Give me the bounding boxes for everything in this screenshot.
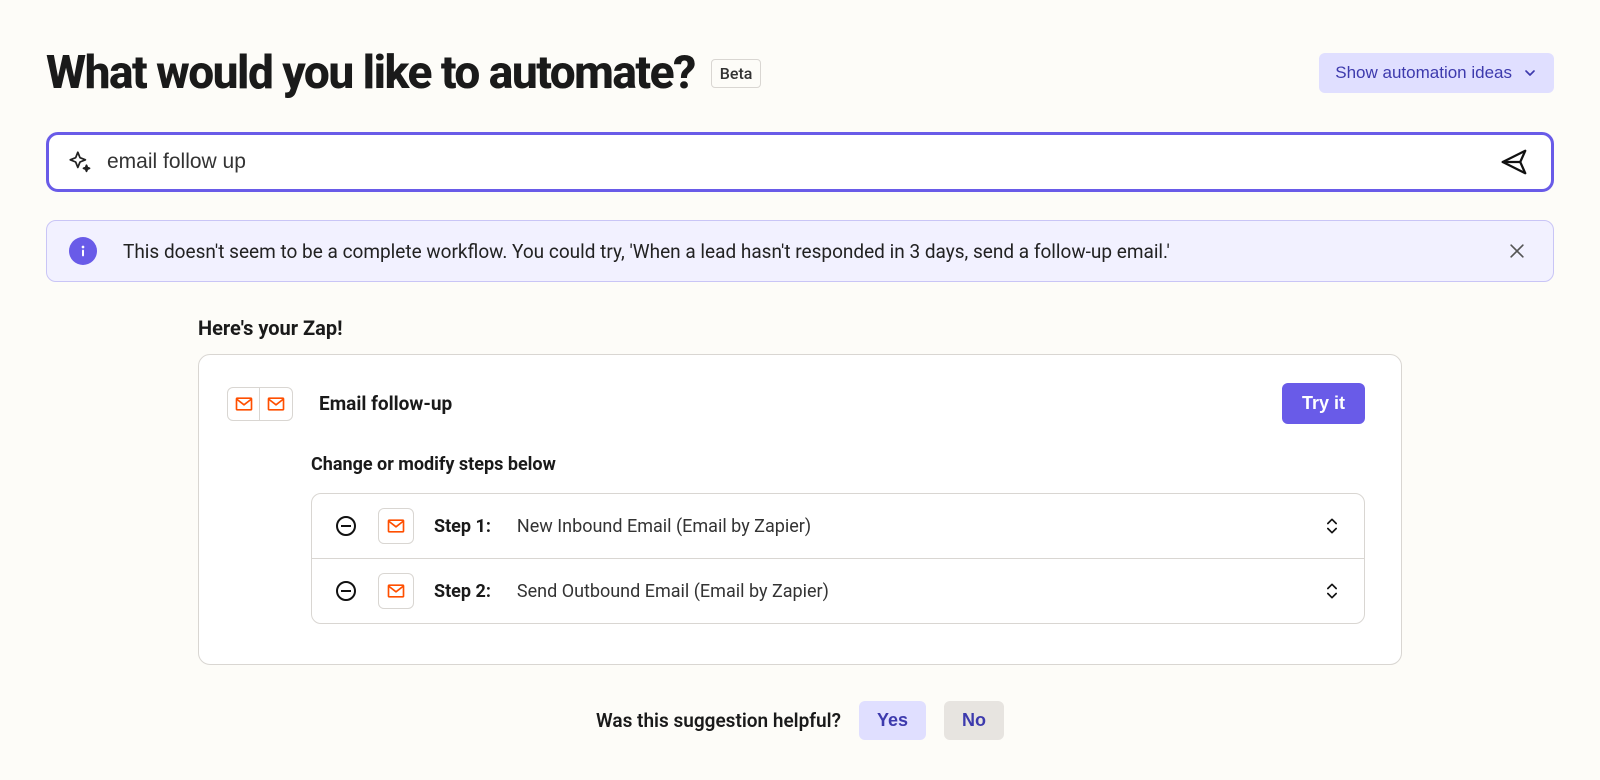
feedback-row: Was this suggestion helpful? Yes No	[198, 701, 1402, 740]
automation-prompt-field[interactable]	[46, 132, 1554, 192]
step-row[interactable]: Step 2: Send Outbound Email (Email by Za…	[312, 558, 1364, 623]
mail-icon	[378, 573, 414, 609]
sparkle-icon	[67, 149, 93, 175]
info-text: This doesn't seem to be a complete workf…	[123, 240, 1477, 263]
reorder-step-icon[interactable]	[1322, 581, 1342, 601]
step-label: Step 1:	[434, 516, 491, 537]
chevron-down-icon	[1522, 65, 1538, 81]
info-banner: This doesn't seem to be a complete workf…	[46, 220, 1554, 282]
automation-prompt-input[interactable]	[93, 150, 1495, 174]
zap-title: Email follow-up	[319, 392, 452, 415]
mail-icon	[378, 508, 414, 544]
step-description: Send Outbound Email (Email by Zapier)	[517, 581, 829, 602]
mail-icon	[228, 388, 260, 420]
try-it-button[interactable]: Try it	[1282, 383, 1365, 424]
dismiss-info-button[interactable]	[1503, 237, 1531, 265]
step-label: Step 2:	[434, 581, 491, 602]
zap-heading: Here's your Zap!	[198, 316, 1402, 340]
page-title: What would you like to automate?	[46, 50, 695, 96]
feedback-yes-button[interactable]: Yes	[859, 701, 926, 740]
step-row[interactable]: Step 1: New Inbound Email (Email by Zapi…	[312, 494, 1364, 558]
submit-prompt-button[interactable]	[1495, 143, 1533, 181]
feedback-prompt: Was this suggestion helpful?	[596, 709, 841, 732]
show-automation-ideas-button[interactable]: Show automation ideas	[1319, 53, 1554, 93]
send-icon	[1499, 147, 1529, 177]
beta-badge: Beta	[711, 59, 762, 88]
steps-subheading: Change or modify steps below	[311, 454, 1365, 475]
zap-app-icons	[227, 387, 293, 421]
info-icon	[69, 237, 97, 265]
remove-step-icon[interactable]	[334, 579, 358, 603]
remove-step-icon[interactable]	[334, 514, 358, 538]
reorder-step-icon[interactable]	[1322, 516, 1342, 536]
feedback-no-button[interactable]: No	[944, 701, 1004, 740]
zap-card: Email follow-up Try it Change or modify …	[198, 354, 1402, 665]
mail-icon	[260, 388, 292, 420]
show-ideas-label: Show automation ideas	[1335, 63, 1512, 83]
step-description: New Inbound Email (Email by Zapier)	[517, 516, 811, 537]
steps-list: Step 1: New Inbound Email (Email by Zapi…	[311, 493, 1365, 624]
close-icon	[1507, 241, 1527, 261]
